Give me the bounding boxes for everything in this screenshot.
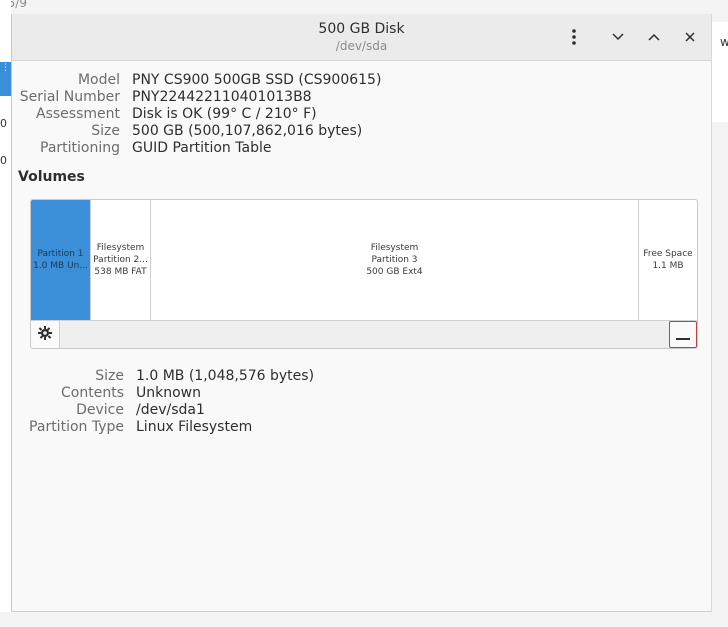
property-row: Size 500 GB (500,107,862,016 bytes) — [12, 123, 381, 140]
assessment-label: Assessment — [36, 106, 120, 122]
partition-line: Partition 3 — [371, 255, 418, 265]
partition-details: Size 1.0 MB (1,048,576 bytes) Contents U… — [12, 368, 314, 436]
detail-row: Size 1.0 MB (1,048,576 bytes) — [12, 368, 314, 385]
close-icon — [685, 32, 695, 42]
size-label: Size — [91, 123, 120, 139]
partition-options-button[interactable] — [31, 321, 60, 348]
contents-value: Unknown — [136, 385, 201, 401]
partition-line: Partition 1 — [37, 249, 84, 259]
detail-row: Contents Unknown — [12, 385, 314, 402]
partition-1[interactable]: Partition 1 1.0 MB Un... — [31, 200, 91, 320]
volumes-heading: Volumes — [18, 169, 85, 185]
partition-size-label: Size — [95, 368, 124, 384]
detail-row: Device /dev/sda1 — [12, 402, 314, 419]
maximize-button[interactable] — [641, 24, 667, 50]
partition-line: Partition 2... — [93, 255, 148, 265]
assessment-value: Disk is OK (99° C / 210° F) — [132, 106, 317, 122]
background-window-right: w — [712, 22, 728, 122]
disk-window: 500 GB Disk /dev/sda Model PNY CS900 500… — [11, 14, 712, 612]
background-text-fragment: w — [720, 35, 728, 49]
partitioning-value: GUID Partition Table — [132, 140, 272, 156]
free-space[interactable]: Free Space 1.1 MB — [639, 200, 697, 320]
partition-line: 500 GB Ext4 — [366, 267, 423, 277]
size-value: 500 GB (500,107,862,016 bytes) — [132, 123, 363, 139]
minimize-button[interactable] — [605, 24, 631, 50]
partition-line: Filesystem — [96, 243, 145, 253]
partition-line: 1.1 MB — [652, 261, 684, 271]
property-row: Partitioning GUID Partition Table — [12, 140, 381, 157]
serial-number-label: Serial Number — [19, 89, 120, 105]
kebab-menu-icon — [572, 29, 576, 45]
partition-size-value: 1.0 MB (1,048,576 bytes) — [136, 368, 315, 384]
model-value: PNY CS900 500GB SSD (CS900615) — [132, 72, 382, 88]
partition-line: Filesystem — [370, 243, 419, 253]
close-button[interactable] — [677, 24, 703, 50]
background-dots: ⋮ — [1, 63, 10, 73]
property-row: Serial Number PNY224422110401013B8 — [12, 89, 381, 106]
partition-line: 538 MB FAT — [94, 267, 147, 277]
partition-type-label: Partition Type — [29, 419, 124, 435]
device-label: Device — [76, 402, 124, 418]
volumes-graphic: Partition 1 1.0 MB Un... Filesystem Part… — [30, 199, 698, 349]
partition-line: Free Space — [643, 249, 693, 259]
partition-line: 1.0 MB Un... — [33, 261, 88, 271]
device-value: /dev/sda1 — [136, 402, 205, 418]
contents-label: Contents — [61, 385, 124, 401]
window-content: Model PNY CS900 500GB SSD (CS900615) Ser… — [12, 61, 711, 611]
background-text-fragment: 0 — [0, 117, 7, 130]
menu-button[interactable] — [561, 24, 587, 50]
partition-3[interactable]: Filesystem Partition 3 500 GB Ext4 — [151, 200, 639, 320]
disk-properties: Model PNY CS900 500GB SSD (CS900615) Ser… — [12, 72, 382, 157]
property-row: Model PNY CS900 500GB SSD (CS900615) — [12, 72, 381, 89]
property-row: Assessment Disk is OK (99° C / 210° F) — [12, 106, 381, 123]
detail-row: Partition Type Linux Filesystem — [12, 419, 314, 436]
title-bar[interactable]: 500 GB Disk /dev/sda — [12, 14, 711, 61]
serial-number-value: PNY224422110401013B8 — [132, 89, 312, 105]
minimize-chevron-icon — [612, 33, 624, 41]
partitioning-label: Partitioning — [40, 140, 120, 156]
delete-partition-button[interactable] — [669, 321, 697, 348]
partition-map: Partition 1 1.0 MB Un... Filesystem Part… — [31, 200, 697, 320]
gear-icon — [37, 325, 53, 345]
partition-2[interactable]: Filesystem Partition 2... 538 MB FAT — [91, 200, 151, 320]
maximize-chevron-icon — [648, 33, 660, 41]
partition-type-value: Linux Filesystem — [136, 419, 253, 435]
desktop-bottom — [0, 612, 728, 627]
minus-icon — [676, 325, 690, 344]
background-selected-item: ⋮ — [0, 62, 11, 96]
background-text-fragment: 0 — [0, 154, 7, 167]
background-window-left: ⋮ 0 0 — [0, 0, 11, 627]
volume-toolbar — [31, 320, 697, 348]
model-label: Model — [77, 72, 120, 88]
